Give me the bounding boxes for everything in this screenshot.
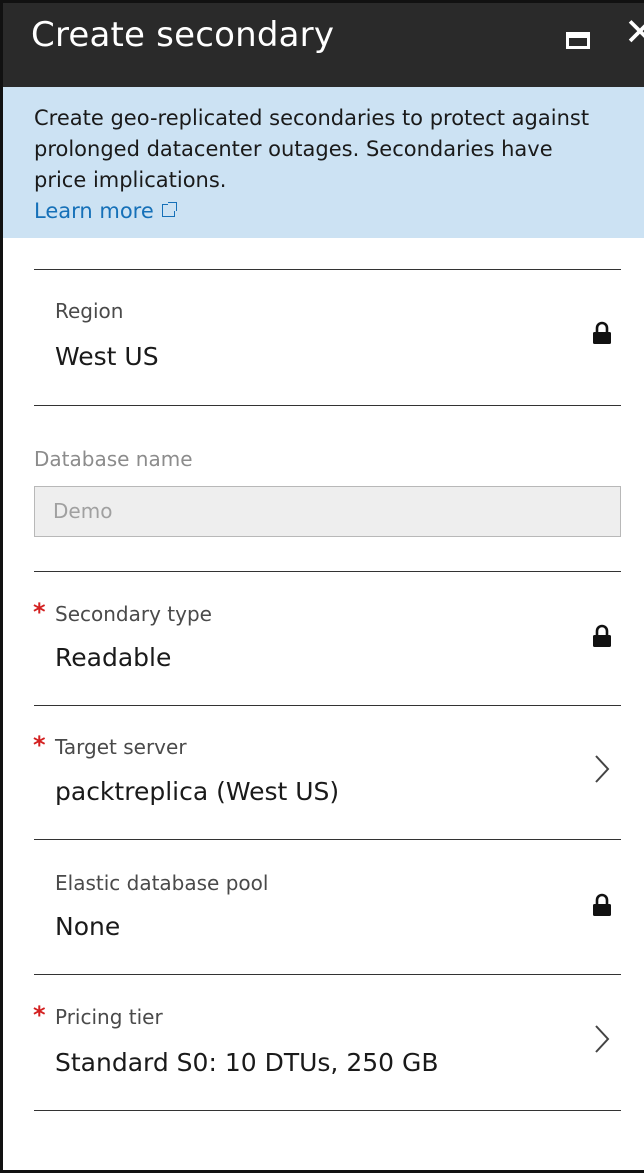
target-server-value: packtreplica (West US) xyxy=(55,777,340,806)
blade-header: Create secondary ✕ xyxy=(3,3,644,87)
chevron-right-icon[interactable] xyxy=(593,754,611,784)
secondary-type-field xyxy=(34,572,621,705)
required-marker: * xyxy=(33,598,46,626)
lock-icon xyxy=(593,624,611,647)
info-text: Create geo-replicated secondaries to pro… xyxy=(34,106,590,192)
secondary-type-label: Secondary type xyxy=(55,602,212,626)
required-marker: * xyxy=(33,731,46,759)
target-server-label: Target server xyxy=(55,735,187,759)
required-marker: * xyxy=(33,1001,46,1029)
pricing-tier-label: Pricing tier xyxy=(55,1005,163,1029)
maximize-icon[interactable] xyxy=(566,32,590,49)
divider xyxy=(34,405,621,406)
pricing-tier-value: Standard S0: 10 DTUs, 250 GB xyxy=(55,1048,439,1077)
create-secondary-blade: Create secondary ✕ Create geo-replicated… xyxy=(0,0,644,1173)
lock-icon xyxy=(593,893,611,916)
external-link-icon xyxy=(161,202,177,217)
info-banner: Create geo-replicated secondaries to pro… xyxy=(3,87,644,238)
database-name-field: Demo xyxy=(34,486,621,537)
region-field xyxy=(34,270,621,405)
region-value: West US xyxy=(55,342,159,371)
elastic-pool-value: None xyxy=(55,912,121,941)
learn-more-link[interactable]: Learn more xyxy=(34,196,177,227)
learn-more-label: Learn more xyxy=(34,199,154,223)
secondary-type-value: Readable xyxy=(55,643,172,672)
region-label: Region xyxy=(55,299,124,323)
database-name-label: Database name xyxy=(34,447,193,471)
close-icon[interactable]: ✕ xyxy=(624,13,644,51)
elastic-pool-label: Elastic database pool xyxy=(55,871,269,895)
divider xyxy=(34,1110,621,1111)
lock-icon xyxy=(593,321,611,344)
chevron-right-icon[interactable] xyxy=(593,1024,611,1054)
elastic-pool-field xyxy=(34,840,621,974)
pricing-tier-selector[interactable] xyxy=(34,975,621,1110)
target-server-selector[interactable] xyxy=(34,706,621,839)
blade-title: Create secondary xyxy=(31,15,335,55)
